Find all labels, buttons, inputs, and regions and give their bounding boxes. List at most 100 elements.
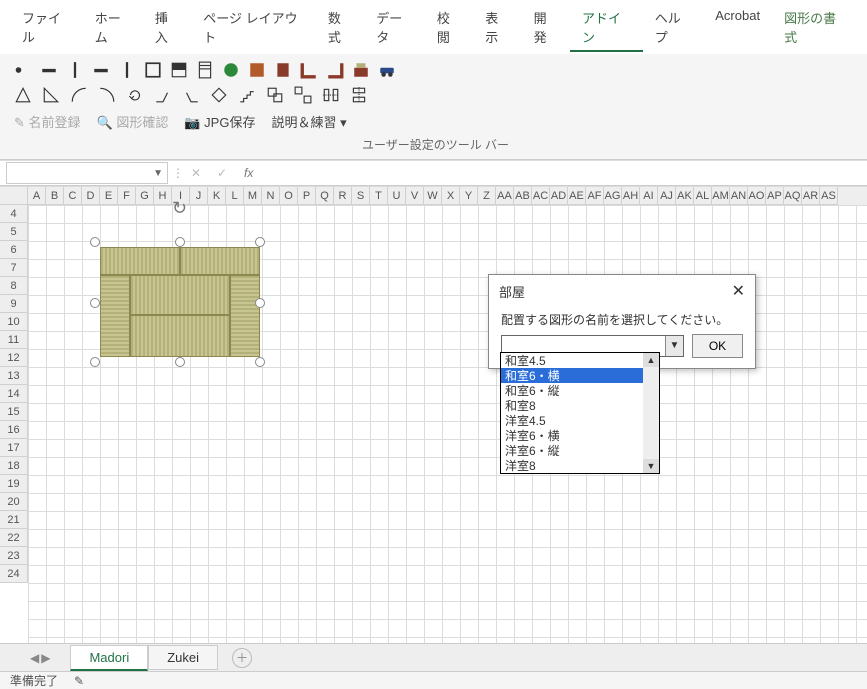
row-header[interactable]: 11: [0, 331, 28, 349]
tool-icon-11[interactable]: [274, 61, 292, 79]
tool-icon-4[interactable]: [92, 61, 110, 79]
column-header[interactable]: AA: [496, 187, 514, 205]
menu-view[interactable]: 表示: [473, 4, 521, 52]
column-header[interactable]: AQ: [784, 187, 802, 205]
close-icon[interactable]: ✕: [732, 281, 745, 301]
menu-acrobat[interactable]: Acrobat: [703, 4, 772, 52]
column-header[interactable]: AJ: [658, 187, 676, 205]
column-header[interactable]: T: [370, 187, 388, 205]
column-header[interactable]: M: [244, 187, 262, 205]
btn-jpg-save[interactable]: 📷 JPG保存: [184, 112, 255, 131]
column-header[interactable]: R: [334, 187, 352, 205]
column-header[interactable]: AD: [550, 187, 568, 205]
tool-icon-10[interactable]: [248, 61, 266, 79]
column-header[interactable]: P: [298, 187, 316, 205]
rotate-handle-icon[interactable]: ↻: [172, 198, 187, 219]
resize-handle[interactable]: [255, 298, 265, 308]
dropdown-option[interactable]: 洋室4.5: [501, 413, 659, 428]
tool2-move2[interactable]: [182, 86, 200, 104]
name-box[interactable]: ▼: [6, 162, 168, 184]
dropdown-scrollbar[interactable]: ▲ ▼: [643, 353, 659, 473]
tool2-rotate[interactable]: [126, 86, 144, 104]
row-header[interactable]: 5: [0, 223, 28, 241]
column-header[interactable]: AB: [514, 187, 532, 205]
row-header[interactable]: 16: [0, 421, 28, 439]
menu-file[interactable]: ファイル: [10, 4, 83, 52]
tool-icon-9[interactable]: [222, 61, 240, 79]
column-header[interactable]: O: [280, 187, 298, 205]
column-header[interactable]: AE: [568, 187, 586, 205]
tool2-arc[interactable]: [70, 86, 88, 104]
tool2-group1[interactable]: [266, 86, 284, 104]
tool-icon-1[interactable]: [14, 61, 32, 79]
row-header[interactable]: 12: [0, 349, 28, 367]
tool2-move1[interactable]: [154, 86, 172, 104]
column-header[interactable]: V: [406, 187, 424, 205]
cancel-formula-icon[interactable]: ✕: [188, 166, 204, 180]
column-header[interactable]: AG: [604, 187, 622, 205]
scroll-up-icon[interactable]: ▲: [643, 353, 659, 367]
tool2-align2[interactable]: [350, 86, 368, 104]
dropdown-option[interactable]: 和室4.5: [501, 353, 659, 368]
dropdown-option[interactable]: 洋室8: [501, 458, 659, 473]
enter-formula-icon[interactable]: ✓: [214, 166, 230, 180]
combobox-dropdown-icon[interactable]: ▼: [665, 336, 683, 356]
column-header[interactable]: F: [118, 187, 136, 205]
column-header[interactable]: U: [388, 187, 406, 205]
column-header[interactable]: G: [136, 187, 154, 205]
column-header[interactable]: AC: [532, 187, 550, 205]
column-header[interactable]: Y: [460, 187, 478, 205]
ok-button[interactable]: OK: [692, 334, 743, 358]
row-header[interactable]: 14: [0, 385, 28, 403]
dialog-titlebar[interactable]: 部屋 ✕: [489, 275, 755, 307]
column-header[interactable]: Z: [478, 187, 496, 205]
column-header[interactable]: D: [82, 187, 100, 205]
tool2-triangle2[interactable]: [42, 86, 60, 104]
column-header[interactable]: L: [226, 187, 244, 205]
row-header[interactable]: 9: [0, 295, 28, 313]
column-header[interactable]: W: [424, 187, 442, 205]
menu-insert[interactable]: 挿入: [143, 4, 191, 52]
scroll-down-icon[interactable]: ▼: [643, 459, 659, 473]
menu-review[interactable]: 校閲: [425, 4, 473, 52]
tool-icon-14[interactable]: [352, 61, 370, 79]
column-header[interactable]: C: [64, 187, 82, 205]
column-header[interactable]: E: [100, 187, 118, 205]
shape-name-dropdown-list[interactable]: 和室4.5和室6・横和室6・縦和室8洋室4.5洋室6・横洋室6・縦洋室8 ▲ ▼: [500, 352, 660, 474]
column-header[interactable]: AN: [730, 187, 748, 205]
row-header[interactable]: 13: [0, 367, 28, 385]
tool2-align1[interactable]: [322, 86, 340, 104]
column-header[interactable]: AI: [640, 187, 658, 205]
row-header[interactable]: 18: [0, 457, 28, 475]
dropdown-option[interactable]: 和室6・縦: [501, 383, 659, 398]
sheet-tab-zukei[interactable]: Zukei: [148, 645, 218, 670]
menu-formulas[interactable]: 数式: [316, 4, 364, 52]
tool2-triangle[interactable]: [14, 86, 32, 104]
resize-handle[interactable]: [90, 298, 100, 308]
tool-icon-8[interactable]: [196, 61, 214, 79]
btn-explain-practice[interactable]: 説明＆練習 ▾: [271, 112, 346, 131]
resize-handle[interactable]: [255, 237, 265, 247]
tool2-stairs[interactable]: [238, 86, 256, 104]
tool2-arc2[interactable]: [98, 86, 116, 104]
column-header[interactable]: B: [46, 187, 64, 205]
tool-icon-car[interactable]: [378, 61, 396, 79]
column-header[interactable]: AR: [802, 187, 820, 205]
column-header[interactable]: J: [190, 187, 208, 205]
menu-pagelayout[interactable]: ページ レイアウト: [191, 4, 316, 52]
column-header[interactable]: AK: [676, 187, 694, 205]
column-headers[interactable]: ABCDEFGHIJKLMNOPQRSTUVWXYZAAABACADAEAFAG…: [28, 187, 867, 205]
row-header[interactable]: 24: [0, 565, 28, 583]
sheet-tab-madori[interactable]: Madori: [70, 645, 148, 671]
row-header[interactable]: 22: [0, 529, 28, 547]
column-header[interactable]: AP: [766, 187, 784, 205]
column-header[interactable]: H: [154, 187, 172, 205]
tool2-group2[interactable]: [294, 86, 312, 104]
select-all-triangle[interactable]: [0, 187, 28, 205]
column-header[interactable]: AO: [748, 187, 766, 205]
btn-name-register[interactable]: ✎ 名前登録: [14, 112, 81, 131]
btn-shape-check[interactable]: 🔍 図形確認: [97, 112, 169, 131]
row-header[interactable]: 10: [0, 313, 28, 331]
resize-handle[interactable]: [90, 237, 100, 247]
tool-icon-3[interactable]: [66, 61, 84, 79]
